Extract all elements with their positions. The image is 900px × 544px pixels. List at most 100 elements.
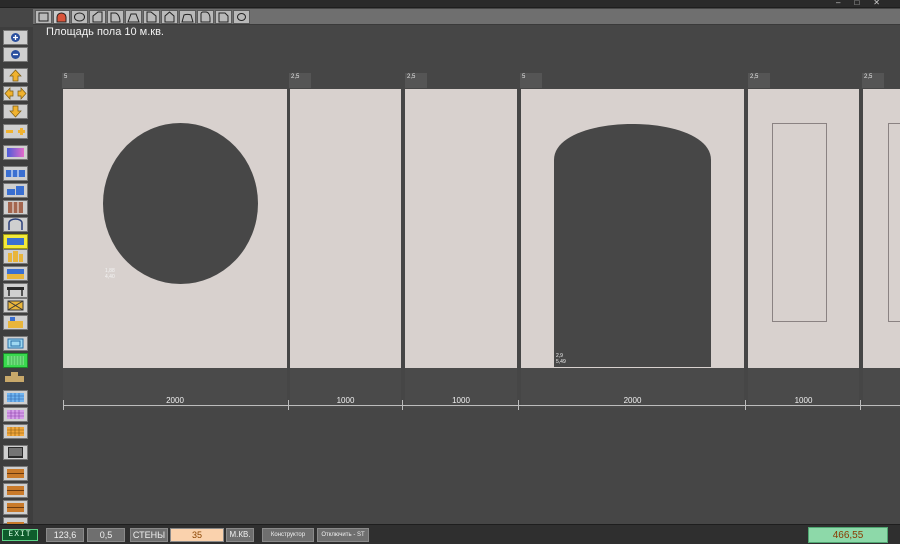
- trapezoid-arc-shape-button[interactable]: [179, 10, 196, 24]
- window-controls[interactable]: –□✕: [836, 0, 894, 7]
- panels-step-icon: [7, 186, 24, 195]
- brick-tool-3-button[interactable]: [3, 500, 28, 515]
- panel-highlight-button[interactable]: [3, 234, 28, 249]
- floor-area-label: Площадь пола 10 м.кв.: [46, 26, 164, 38]
- wall-panel[interactable]: [863, 89, 900, 368]
- floor-tool-button[interactable]: [3, 370, 28, 385]
- arch-cutout: [554, 124, 711, 367]
- tile-blue-grid-icon: [7, 393, 24, 402]
- panel-highlight-icon: [7, 238, 24, 245]
- frame-outline: [888, 123, 900, 322]
- move-left-right-button[interactable]: [3, 86, 28, 101]
- tile-brown-button[interactable]: [3, 200, 28, 215]
- grid-green-icon: [7, 356, 24, 365]
- window-tool-button[interactable]: [3, 336, 28, 351]
- zoom-in-icon: [11, 33, 20, 42]
- pentagon-shape-button[interactable]: [161, 10, 178, 24]
- wall-panel[interactable]: [290, 89, 401, 368]
- dimension-tick: [860, 400, 861, 410]
- tile-blue-grid-button[interactable]: [3, 390, 28, 405]
- brick-tool-2-button[interactable]: [3, 483, 28, 498]
- dimension-tick: [745, 400, 746, 410]
- wall-panel[interactable]: 1,88 4,40: [63, 89, 287, 368]
- brick-icon: [7, 486, 24, 495]
- brick-icon: [7, 469, 24, 478]
- panel-note: 1,88 4,40: [105, 268, 115, 280]
- frame-outline: [772, 123, 827, 322]
- constructor-button[interactable]: Конструктор: [262, 528, 314, 542]
- status-bar: EXIT 123,6 0,5 СТЕНЫ 35 М.КВ. Конструкто…: [0, 524, 900, 544]
- furniture-tool-button[interactable]: [3, 315, 28, 330]
- rounded-quarter-shape-button[interactable]: [197, 10, 214, 24]
- arrow-left-right-icon: [4, 87, 27, 100]
- wall-panel[interactable]: 2,9 5,49: [521, 89, 744, 368]
- slant-right-shape-icon: [92, 11, 103, 23]
- zoom-in-button[interactable]: [3, 30, 28, 45]
- table-icon: [7, 287, 24, 296]
- walls-area-input[interactable]: 35: [170, 528, 224, 542]
- cut-corner-shape-button[interactable]: [215, 10, 232, 24]
- panel-tag: 2,5: [405, 73, 427, 88]
- gradient-tool-button[interactable]: [3, 145, 28, 160]
- cut-corner-shape-icon: [218, 12, 229, 23]
- tile-pink-grid-button[interactable]: [3, 407, 28, 422]
- dimension-line: [63, 405, 900, 406]
- tile-orange-grid-button[interactable]: [3, 424, 28, 439]
- panel-note-line: 5,49: [556, 359, 566, 365]
- dimension-tick: [402, 400, 403, 410]
- arrow-down-icon: [9, 105, 22, 118]
- panel-tag: 2,5: [862, 73, 884, 88]
- disable-st-button[interactable]: Отключить - ST: [317, 528, 369, 542]
- minus-plus-icon: [6, 128, 25, 135]
- panel-tag: 2,5: [748, 73, 770, 88]
- color-grid-button[interactable]: [3, 266, 28, 281]
- exit-button[interactable]: EXIT: [2, 529, 38, 541]
- dimension-tick: [518, 400, 519, 410]
- quarter-arc-shape-button[interactable]: [107, 10, 124, 24]
- panels-row-button[interactable]: [3, 166, 28, 181]
- ellipse-shape-button[interactable]: [71, 10, 88, 24]
- tile-brown-icon: [8, 202, 23, 213]
- panels-row-icon: [6, 170, 25, 177]
- tile-orange-grid-icon: [7, 427, 24, 436]
- small-ellipse-shape-button[interactable]: [233, 10, 250, 24]
- panel-width-label: 2000: [166, 396, 184, 405]
- grid-green-button[interactable]: [3, 353, 28, 368]
- wall-panel[interactable]: [405, 89, 517, 368]
- dimension-tick: [288, 400, 289, 410]
- panel-tag: 2,5: [289, 73, 311, 88]
- value-field-2[interactable]: 0,5: [87, 528, 125, 542]
- slant-left-shape-icon: [146, 11, 157, 23]
- zoom-out-button[interactable]: [3, 47, 28, 62]
- color-grid-icon: [7, 269, 24, 279]
- columns-tool-button[interactable]: [3, 249, 28, 264]
- quarter-arc-shape-icon: [110, 12, 121, 23]
- arch-tool-button[interactable]: [3, 217, 28, 232]
- slant-left-shape-button[interactable]: [143, 10, 160, 24]
- brick-tool-4-button[interactable]: [3, 517, 28, 528]
- value-field-1[interactable]: 123,6: [46, 528, 84, 542]
- zoom-out-icon: [11, 50, 20, 59]
- unit-label: М.КВ.: [226, 528, 254, 542]
- panel-base: [863, 368, 900, 408]
- arch-shape-button[interactable]: [53, 10, 70, 24]
- slant-right-shape-button[interactable]: [89, 10, 106, 24]
- tool-sidebar: [0, 27, 33, 528]
- window-icon: [7, 338, 24, 349]
- furniture-icon: [8, 317, 23, 328]
- rounded-quarter-shape-icon: [200, 11, 211, 23]
- box-icon: [7, 300, 24, 311]
- brick-tool-1-button[interactable]: [3, 466, 28, 481]
- trapezoid-shape-button[interactable]: [125, 10, 142, 24]
- move-up-button[interactable]: [3, 68, 28, 83]
- table-tool-button[interactable]: [3, 283, 28, 298]
- shape-toolbar: [33, 9, 900, 25]
- panels-step-button[interactable]: [3, 183, 28, 198]
- box-tool-button[interactable]: [3, 298, 28, 313]
- move-down-button[interactable]: [3, 104, 28, 119]
- rect-shape-button[interactable]: [35, 10, 52, 24]
- list-tool-button[interactable]: [3, 445, 28, 460]
- minus-plus-button[interactable]: [3, 124, 28, 139]
- wall-panel[interactable]: [748, 89, 859, 368]
- circle-cutout: [103, 123, 258, 284]
